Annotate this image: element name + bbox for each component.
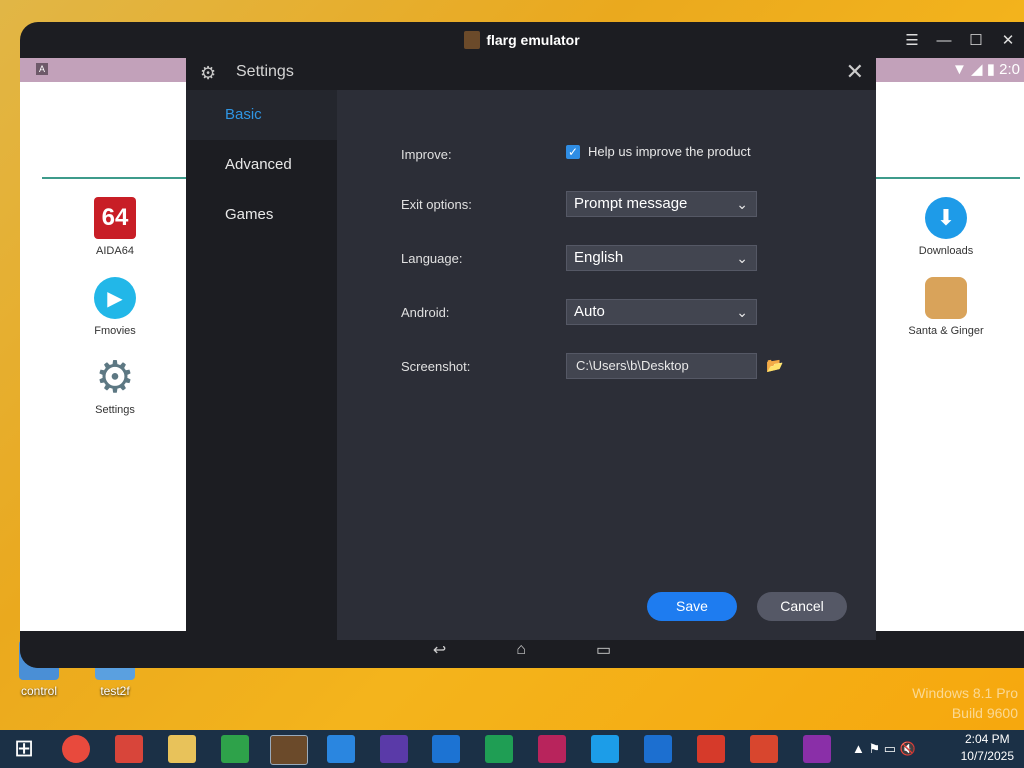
desktop-icon-label: test2f (100, 684, 130, 698)
wifi-icon: ▼ (951, 61, 967, 78)
emulator-taskbar-icon[interactable] (270, 735, 308, 765)
app-santa-ginger[interactable]: Santa & Ginger (906, 277, 986, 337)
battery-icon: ▮ (986, 61, 995, 78)
start-icon[interactable]: ⊞ (10, 735, 38, 763)
signal-icon: ◢ (970, 61, 983, 78)
exit-options-row: Exit options: Prompt message ⌄ (401, 191, 851, 219)
finance-icon[interactable] (485, 735, 513, 763)
emulator-title: flarg emulator (486, 32, 580, 48)
clock[interactable]: 2:04 PM 10/7/2025 (961, 732, 1014, 763)
app-icon[interactable] (115, 735, 143, 763)
app-downloads[interactable]: ⬇ Downloads (906, 197, 986, 257)
taskbar: ⊞ ▲ ⚑ ▭ 🔇 2:04 PM 10/7/2025 (0, 730, 1024, 768)
aida64-icon: 64 (94, 197, 136, 239)
watermark-line2: Build 9600 (951, 705, 1018, 721)
save-button[interactable]: Save (647, 592, 737, 621)
improve-row: Improve: ✓ Help us improve the product (401, 141, 851, 169)
exit-options-label: Exit options: (401, 197, 472, 212)
tab-advanced[interactable]: Advanced (186, 140, 337, 190)
app-settings[interactable]: ⚙ Settings (75, 352, 155, 417)
download-icon: ⬇ (925, 197, 967, 239)
checkmark-icon: ✓ (566, 144, 580, 159)
weather-icon[interactable] (327, 735, 355, 763)
language-label: Language: (401, 251, 463, 266)
close-icon[interactable]: ✕ (846, 59, 864, 85)
store-icon[interactable] (221, 735, 249, 763)
notification-icon: A (36, 63, 48, 75)
improve-label: Improve: (401, 147, 452, 162)
chrome-icon[interactable] (62, 735, 90, 763)
gear-icon: ⚙ (95, 352, 135, 402)
clock-date: 10/7/2025 (960, 749, 1014, 763)
chevron-down-icon: ⌄ (736, 304, 748, 320)
watermark-line1: Windows 8.1 Pro (912, 685, 1018, 701)
menu-icon[interactable]: ☰ (896, 31, 928, 49)
skype-icon[interactable] (591, 735, 619, 763)
santa-ginger-icon (925, 277, 967, 319)
window-controls: ☰ — ☐ ✕ (896, 22, 1024, 58)
onedrive-icon[interactable] (644, 735, 672, 763)
emulator-logo-icon (464, 31, 481, 49)
exit-options-select[interactable]: Prompt message ⌄ (566, 191, 757, 217)
help-icon[interactable] (697, 735, 725, 763)
app-label: Downloads (918, 245, 974, 257)
tab-games[interactable]: Games (186, 190, 337, 240)
mail-icon[interactable] (432, 735, 460, 763)
windows-watermark: Windows 8.1 Pro Build 9600 (912, 685, 1018, 721)
video-icon[interactable] (538, 735, 566, 763)
settings-header: ⚙ Settings ✕ (186, 57, 876, 90)
screenshot-row: Screenshot: C:\Users\b\Desktop 📂 (401, 353, 851, 381)
emulator-titlebar[interactable]: flarg emulator (20, 22, 1024, 58)
screenshot-path-input[interactable]: C:\Users\b\Desktop (566, 353, 757, 379)
app-label: AIDA64 (96, 245, 134, 257)
trophy-icon[interactable] (380, 735, 408, 763)
folder-icon[interactable]: 📂 (766, 357, 783, 374)
improve-checkbox-label: Help us improve the product (588, 144, 751, 159)
home-icon[interactable]: ⌂ (516, 641, 526, 659)
tray-icons[interactable]: ▲ ⚑ ▭ 🔇 (852, 735, 940, 763)
onenote-icon[interactable] (803, 735, 831, 763)
maximize-icon[interactable]: ☐ (960, 31, 992, 49)
recents-icon[interactable]: ▭ (596, 640, 611, 660)
app-aida64[interactable]: 64 AIDA64 (75, 197, 155, 257)
minimize-icon[interactable]: — (928, 32, 960, 49)
settings-dialog: ⚙ Settings ✕ Basic Advanced Games Improv… (186, 57, 876, 640)
screenshot-label: Screenshot: (401, 359, 471, 374)
settings-sidebar: Basic Advanced Games (186, 90, 337, 640)
android-label: Android: (401, 305, 450, 320)
cancel-button[interactable]: Cancel (757, 592, 847, 621)
chevron-down-icon: ⌄ (736, 196, 748, 212)
android-row: Android: Auto ⌄ (401, 299, 851, 327)
settings-title: Settings (236, 63, 294, 80)
desktop-icon-label: control (20, 684, 58, 698)
chevron-down-icon: ⌄ (736, 250, 748, 266)
app-label: Fmovies (94, 325, 136, 337)
file-explorer-icon[interactable] (168, 735, 196, 763)
settings-content: Improve: ✓ Help us improve the product E… (337, 90, 876, 640)
back-icon[interactable]: ↩ (433, 640, 446, 660)
play-icon: ▶ (94, 277, 136, 319)
people-icon[interactable] (750, 735, 778, 763)
app-fmovies[interactable]: ▶ Fmovies (75, 277, 155, 337)
language-select[interactable]: English ⌄ (566, 245, 757, 271)
android-select[interactable]: Auto ⌄ (566, 299, 757, 325)
window-close-icon[interactable]: ✕ (992, 31, 1024, 49)
android-value: Auto (574, 303, 605, 320)
app-label: Santa & Ginger (908, 325, 984, 337)
divider-right (876, 177, 1020, 179)
clock-time: 2:04 PM (964, 732, 1010, 746)
exit-options-value: Prompt message (574, 195, 688, 212)
tab-basic[interactable]: Basic (186, 90, 337, 140)
status-area: ▼ ◢ ▮ 2:0 (952, 60, 1020, 78)
language-row: Language: English ⌄ (401, 245, 851, 273)
settings-gear-icon: ⚙ (200, 63, 217, 83)
improve-checkbox[interactable]: ✓ Help us improve the product (566, 141, 751, 159)
language-value: English (574, 249, 624, 266)
divider-left (42, 177, 187, 179)
screenshot-control: C:\Users\b\Desktop 📂 (566, 353, 783, 379)
app-label: Settings (95, 404, 135, 416)
status-time: 2:0 (999, 61, 1020, 78)
